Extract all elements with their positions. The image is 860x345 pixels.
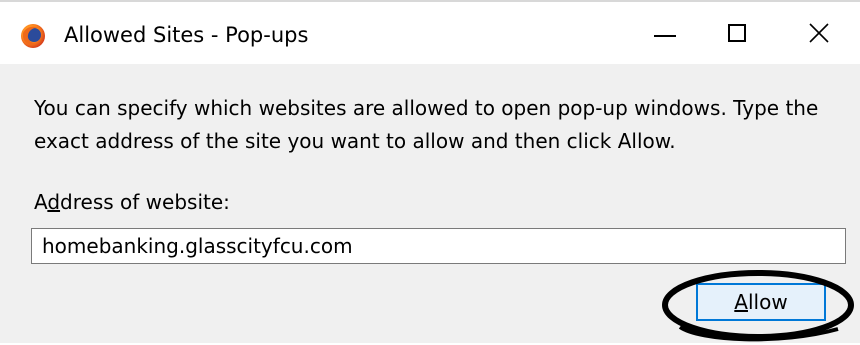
allow-button-area: Allow [660, 269, 856, 345]
allow-button-mnemonic: A [734, 290, 748, 314]
firefox-icon [21, 24, 45, 48]
allowed-sites-dialog: Allowed Sites - Pop-ups You can specify … [0, 0, 860, 343]
title-bar[interactable]: Allowed Sites - Pop-ups [0, 2, 860, 64]
maximize-icon [728, 24, 746, 42]
address-label-mnemonic: d [47, 190, 61, 214]
minimize-button[interactable] [630, 2, 700, 64]
address-label-prefix: A [34, 190, 48, 214]
close-button[interactable] [784, 2, 854, 64]
maximize-button[interactable] [702, 2, 772, 64]
address-input[interactable] [31, 228, 846, 264]
address-label-suffix: dress of website: [60, 190, 230, 214]
close-icon [809, 23, 829, 43]
allow-button-suffix: llow [747, 290, 788, 314]
address-label: Address of website: [34, 188, 230, 216]
dialog-description: You can specify which websites are allow… [34, 96, 819, 153]
allow-button[interactable]: Allow [696, 283, 826, 321]
window-title: Allowed Sites - Pop-ups [64, 23, 309, 47]
minimize-icon [654, 35, 676, 37]
